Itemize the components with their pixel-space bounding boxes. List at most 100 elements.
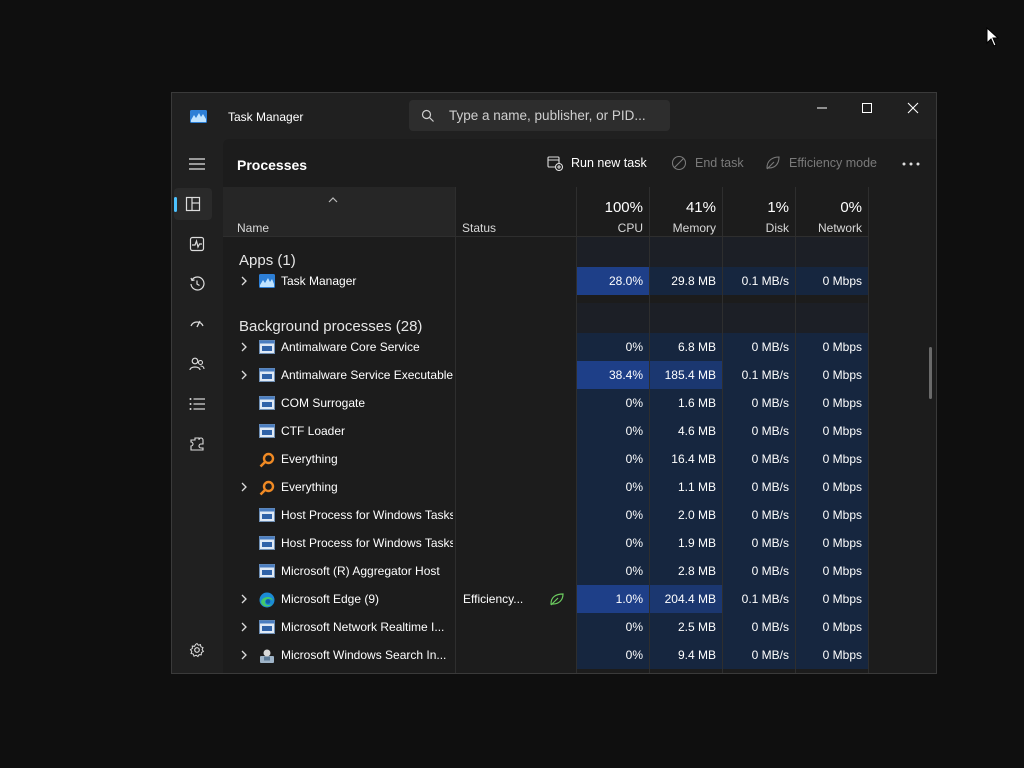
nav-details[interactable] [178,388,216,420]
header-cpu[interactable]: CPU [577,221,643,235]
nav-app-history[interactable] [178,268,216,300]
nav-services[interactable] [178,428,216,460]
memory-cell: 204.4 MB [650,585,722,613]
nav-settings[interactable] [178,634,216,666]
service-window-icon [259,620,275,634]
leaf-icon [766,156,780,170]
maximize-icon [862,103,872,113]
disk-cell: 0.1 MB/s [723,585,795,613]
chevron-right-icon[interactable] [239,650,249,660]
process-name: Antimalware Service Executable [281,368,453,382]
chevron-right-icon[interactable] [239,622,249,632]
hamburger-menu-button[interactable] [178,148,216,180]
nav-performance[interactable] [178,228,216,260]
disk-cell: 0 MB/s [723,333,795,361]
run-new-task-label: Run new task [571,156,647,170]
table-row[interactable]: Antimalware Core Service 0% 6.8 MB 0 MB/s 0 … [223,333,868,361]
disk-cell: 0 MB/s [723,557,795,585]
table-row[interactable]: Task Manager 28.0% 29.8 MB 0.1 MB/s 0 Mbps [223,267,868,295]
nav-processes[interactable] [174,188,212,220]
maximize-button[interactable] [844,93,890,123]
table-row[interactable]: Host Process for Windows Tasks 0% 1.9 MB 0 … [223,529,868,557]
header-memory-percent[interactable]: 41% [650,199,716,216]
disk-cell: 0 MB/s [723,417,795,445]
nav-users[interactable] [178,348,216,380]
status-text: Efficiency... [463,592,524,606]
memory-cell: 2.8 MB [650,557,722,585]
table-row[interactable]: Microsoft Edge (9) Efficiency... 1.0% 204.4… [223,585,868,613]
cpu-cell: 28.0% [577,267,649,295]
network-cell: 0 Mbps [796,361,868,389]
table-row[interactable]: Microsoft Windows Search In... 0% 9.4 MB 0 … [223,641,868,669]
network-cell: 0 Mbps [796,417,868,445]
process-name: Everything [281,480,338,494]
table-row[interactable]: Antimalware Service Executable 38.4% 185.4… [223,361,868,389]
scrollbar-thumb[interactable] [929,347,932,399]
close-button[interactable] [890,93,936,123]
nav-startup-apps[interactable] [178,308,216,340]
empty-cell [796,303,868,333]
disk-cell: 0 MB/s [723,445,795,473]
cpu-cell: 0% [577,417,649,445]
chevron-right-icon[interactable] [239,482,249,492]
header-cpu-percent[interactable]: 100% [577,199,643,216]
cpu-cell: 1.0% [577,585,649,613]
end-task-button[interactable]: End task [671,155,744,171]
chevron-right-icon[interactable] [239,276,249,286]
header-network[interactable]: Network [796,221,862,235]
memory-cell: 9.4 MB [650,641,722,669]
chevron-right-icon[interactable] [239,594,249,604]
end-task-icon [671,155,687,171]
efficiency-mode-button[interactable]: Efficiency mode [765,155,877,171]
window-title: Task Manager [228,110,304,124]
more-options-button[interactable] [899,156,923,172]
network-cell: 0 Mbps [796,267,868,295]
process-name: Host Process for Windows Tasks [281,508,453,522]
startup-icon [190,320,204,328]
header-network-percent[interactable]: 0% [796,199,862,216]
magnifier-orange-icon [259,452,275,468]
processes-panel: Processes Run new task End task Efficien… [223,139,936,673]
minimize-button[interactable] [799,93,845,123]
cpu-cell: 0% [577,389,649,417]
run-new-task-icon [547,156,563,171]
header-memory[interactable]: Memory [650,221,716,235]
service-window-icon [259,340,275,354]
process-name: Host Process for Windows Tasks [281,536,453,550]
end-task-label: End task [695,156,744,170]
header-disk-percent[interactable]: 1% [723,199,789,216]
cpu-cell: 0% [577,529,649,557]
table-row[interactable]: Everything 0% 1.1 MB 0 MB/s 0 Mbps [223,473,868,501]
process-name: Microsoft Windows Search In... [281,648,447,662]
disk-cell: 0 MB/s [723,641,795,669]
active-indicator [174,197,177,212]
cpu-cell: 0% [577,613,649,641]
table-row[interactable]: Microsoft Network Realtime I... 0% 2.5 MB 0… [223,613,868,641]
search-box[interactable] [409,100,670,131]
search-input[interactable] [449,100,664,131]
task-manager-icon [190,110,207,123]
run-new-task-button[interactable]: Run new task [547,155,647,171]
process-name: Everything [281,452,338,466]
service-window-icon [259,396,275,410]
title-bar[interactable]: Task Manager [172,93,936,139]
memory-cell: 1.9 MB [650,529,722,557]
table-row[interactable]: Host Process for Windows Tasks 0% 2.0 MB 0 … [223,501,868,529]
table-row[interactable]: CTF Loader 0% 4.6 MB 0 MB/s 0 Mbps [223,417,868,445]
table-row[interactable]: COM Surrogate 0% 1.6 MB 0 MB/s 0 Mbps [223,389,868,417]
empty-cell [650,303,722,333]
cpu-cell: 0% [577,501,649,529]
cpu-cell: 0% [577,557,649,585]
process-name: CTF Loader [281,424,346,438]
header-name[interactable]: Name [237,221,269,235]
network-cell: 0 Mbps [796,473,868,501]
chevron-right-icon[interactable] [239,370,249,380]
table-row[interactable]: Everything 0% 16.4 MB 0 MB/s 0 Mbps [223,445,868,473]
header-disk[interactable]: Disk [723,221,789,235]
network-cell: 0 Mbps [796,333,868,361]
chevron-right-icon[interactable] [239,342,249,352]
gear-icon [189,642,205,658]
header-status[interactable]: Status [462,221,496,235]
process-name: Microsoft (R) Aggregator Host [281,564,440,578]
table-row[interactable]: Microsoft (R) Aggregator Host 0% 2.8 MB 0 M… [223,557,868,585]
